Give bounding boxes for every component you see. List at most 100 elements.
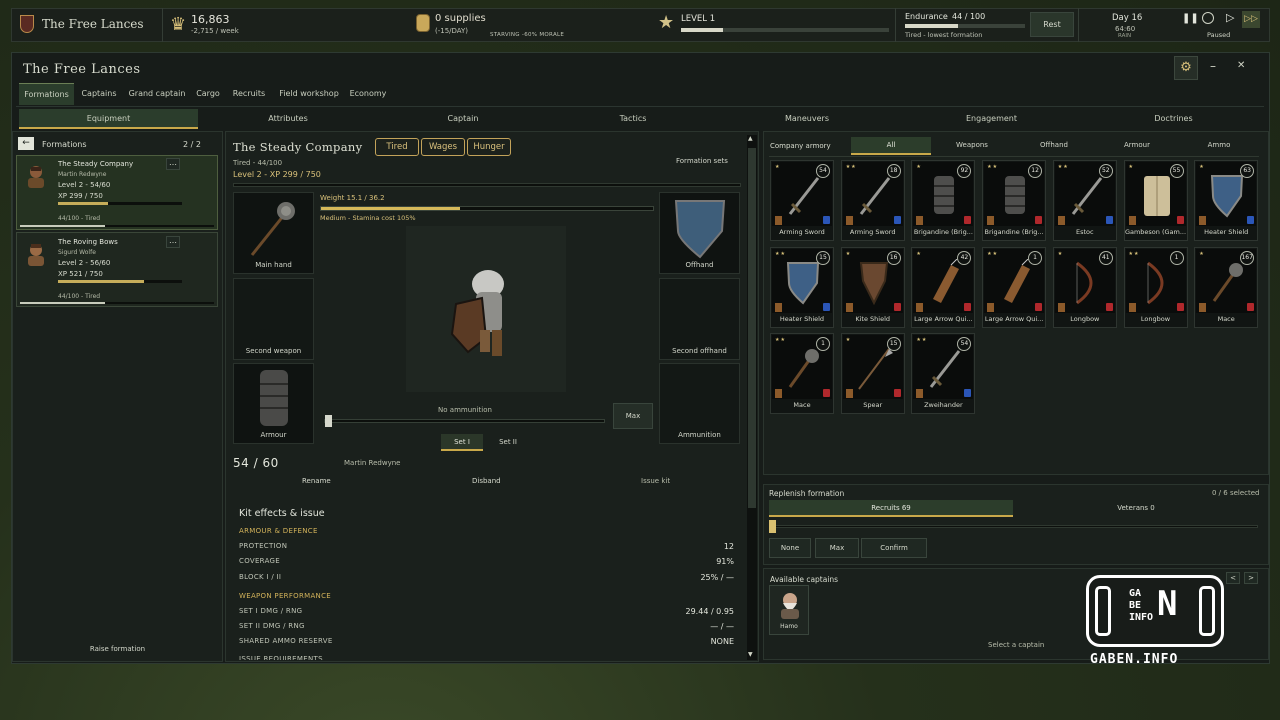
offhand-slot[interactable]: Offhand [659,192,740,274]
captain-card-hamo[interactable]: Hamo [769,585,809,635]
set1-damage-value: 29.44 / 0.95 [685,607,735,616]
back-arrow-icon[interactable]: ← [18,137,34,150]
tab-captains[interactable]: Captains [77,83,121,105]
formation-name: The Steady Company [58,160,134,168]
ammo-slider-thumb[interactable] [325,415,332,427]
armory-item-quiver[interactable]: ★★ 1 Large Arrow Qui... [982,246,1047,328]
formation-sets-button[interactable]: Formation sets [676,157,728,165]
armour-slot[interactable]: Armour [233,363,314,444]
armory-item-bow[interactable]: ★★ 1 Longbow [1123,246,1188,328]
ammo-slider-track[interactable] [324,419,605,423]
pause-icon[interactable]: ❚❚ [1182,13,1199,24]
armory-item-quiver[interactable]: ★ 42 Large Arrow Qui... [911,246,976,328]
item-count-badge: 55 [1169,164,1184,178]
item-name: Mace [1217,314,1235,323]
scrollbar-thumb[interactable] [748,148,756,508]
sword-icon [788,177,820,215]
armory-item-armor[interactable]: ★ 92 Brigandine (Brig... [911,160,976,241]
tab-cargo[interactable]: Cargo [193,83,223,105]
level-progress-bar [681,28,889,32]
armory-item-sword[interactable]: ★★ 18 Arming Sword [840,160,905,241]
protection-label: PROTECTION [239,542,288,550]
item-name: Estoc [1076,228,1094,236]
fast-forward-icon[interactable]: ▷▷ [1242,11,1260,28]
tab-formations[interactable]: Formations [19,83,74,105]
filter-armour[interactable]: Armour [1099,137,1175,155]
logo-text-line: INFO [1129,612,1154,623]
formation-menu-button[interactable]: … [166,236,180,248]
play-icon[interactable]: ▷ [1226,11,1234,24]
subtab-tactics[interactable]: Tactics [548,109,718,129]
disband-button[interactable]: Disband [472,477,501,485]
clock-speed-icon[interactable] [1202,12,1214,24]
raise-formation-button[interactable]: Raise formation [12,645,223,653]
max-button[interactable]: Max [815,538,859,558]
filter-offhand[interactable]: Offhand [1016,137,1092,155]
tab-grand-captain[interactable]: Grand captain [126,83,188,105]
tab-recruits[interactable]: Recruits [229,83,269,105]
issue-kit-button[interactable]: Issue kit [641,477,670,485]
minimize-icon[interactable]: – [1210,59,1216,73]
armory-item-sword[interactable]: ★★ 52 Estoc [1052,160,1117,241]
ammunition-slot[interactable]: Ammunition [659,363,740,444]
armory-item-armor[interactable]: ★★ 12 Brigandine (Brig... [982,160,1047,241]
item-rarity-stars: ★ [1199,164,1205,170]
scroll-up-icon[interactable]: ▲ [748,135,753,142]
armory-item-gambeson[interactable]: ★ 55 Gambeson (Gam... [1123,160,1188,241]
faction-badge-icon [1247,216,1255,224]
armory-item-sword[interactable]: ★★ 54 Zweihander [911,333,976,414]
captains-next-icon[interactable]: > [1244,572,1258,584]
settings-gear-icon[interactable]: ⚙ [1174,56,1198,80]
second-weapon-slot[interactable]: Second weapon [233,278,314,360]
shield-icon [786,261,820,304]
item-rarity-stars: ★ [1199,250,1205,257]
subtab-captain[interactable]: Captain [378,109,548,129]
armory-item-shield[interactable]: ★★ 15 Heater Shield [770,246,834,328]
captains-prev-icon[interactable]: < [1226,572,1240,584]
filter-all[interactable]: All [851,137,931,155]
subtab-attributes[interactable]: Attributes [198,109,378,129]
confirm-button[interactable]: Confirm [861,538,927,558]
subtab-engagement[interactable]: Engagement [905,109,1078,129]
tab-field-workshop[interactable]: Field workshop [276,83,342,105]
soldier-preview [406,226,566,392]
subtab-equipment[interactable]: Equipment [19,109,198,129]
none-button[interactable]: None [769,538,811,558]
armory-item-mace[interactable]: ★ 167 Mace [1194,246,1259,328]
gold-amount: 16,863 [191,13,230,26]
armory-item-bow[interactable]: ★ 41 Longbow [1052,246,1117,328]
set-1-tab[interactable]: Set I [441,434,483,451]
rename-button[interactable]: Rename [302,477,331,485]
crown-icon: ♛ [170,14,187,35]
filter-weapons[interactable]: Weapons [934,137,1010,155]
scroll-down-icon[interactable]: ▼ [748,651,753,658]
item-rarity-stars: ★★ [987,164,999,170]
rest-button[interactable]: Rest [1030,12,1074,37]
formation-menu-button[interactable]: … [166,158,180,170]
recruits-tab[interactable]: Recruits 69 [769,500,1013,517]
replenish-slider-track[interactable] [771,525,1258,528]
armour-defence-header: ARMOUR & DEFENCE [239,527,318,535]
armory-item-spear[interactable]: ★ 15 Spear [840,333,905,414]
close-icon[interactable]: ✕ [1237,60,1245,71]
armory-item-kite[interactable]: ★ 16 Kite Shield [840,246,905,328]
replenish-slider-thumb[interactable] [769,520,776,533]
formation-status: 44/100 - Tired [58,215,101,222]
protection-value: 12 [723,542,734,551]
main-hand-slot[interactable]: Main hand [233,192,314,274]
armory-item-mace[interactable]: ★★ 1 Mace [770,333,834,414]
faction-badge-icon [1035,302,1043,311]
second-offhand-slot[interactable]: Second offhand [659,278,740,360]
veterans-tab[interactable]: Veterans 0 [1014,500,1258,517]
tab-economy[interactable]: Economy [346,83,390,105]
armory-item-shield[interactable]: ★ 63 Heater Shield [1194,160,1259,241]
armory-item-sword[interactable]: ★ 54 Arming Sword [770,160,834,241]
filter-ammo[interactable]: Ammo [1181,137,1257,155]
coverage-label: COVERAGE [239,557,280,565]
endurance-status: Tired - lowest formation [905,31,983,39]
ammo-max-button[interactable]: Max [613,403,653,429]
set-2-tab[interactable]: Set II [487,434,529,451]
subtab-doctrines[interactable]: Doctrines [1086,109,1261,129]
item-count-badge: 52 [1098,164,1113,178]
subtab-maneuvers[interactable]: Maneuvers [722,109,892,129]
